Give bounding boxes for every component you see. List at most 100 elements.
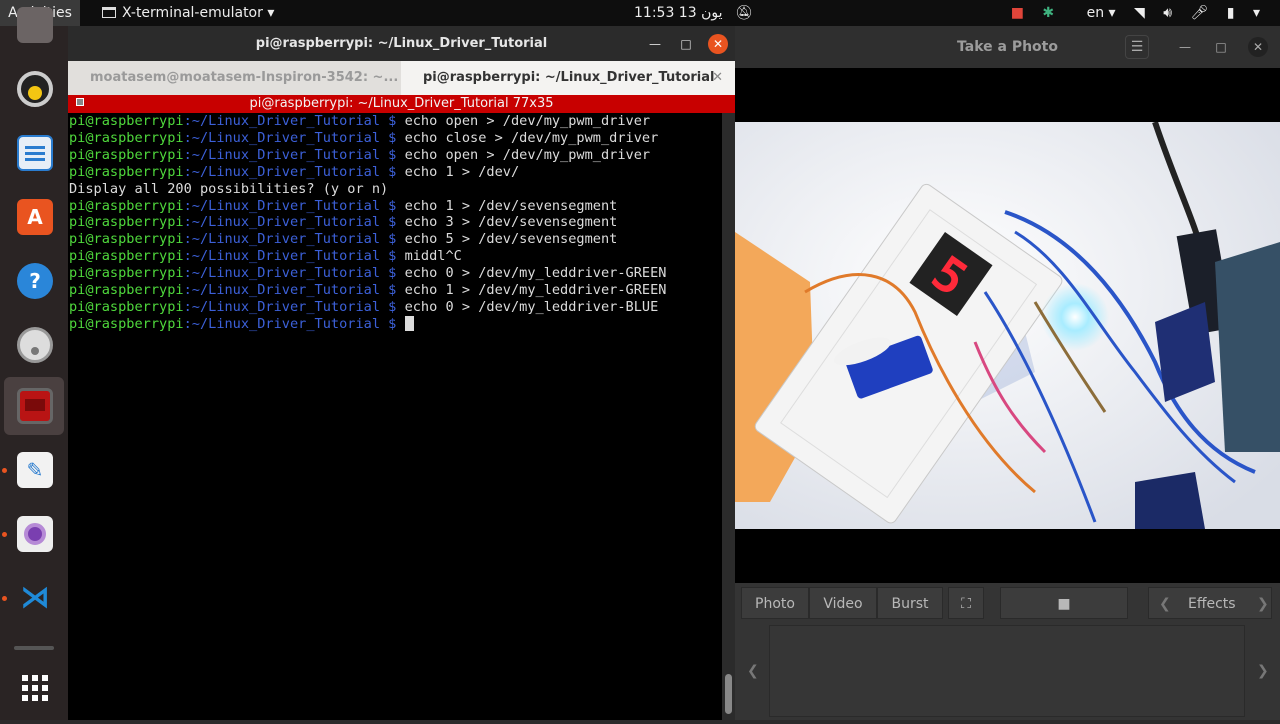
- camera-in-use-icon: ■: [1010, 5, 1024, 21]
- effects-button[interactable]: ❮ Effects ❯: [1148, 587, 1272, 619]
- camera-image: 5: [735, 122, 1280, 529]
- thumbnails-next-icon[interactable]: ❯: [1257, 663, 1269, 679]
- tab-label: moatasem@moatasem-Inspiron-3542: ~...: [90, 70, 399, 85]
- thumbnail-strip[interactable]: [769, 625, 1245, 717]
- system-tray[interactable]: ■ ✱ en ▾ ◥ 🔊︎ 🎤︎ ▮ ▾: [997, 0, 1260, 26]
- prompt-user: pi@raspberrypi: [69, 197, 184, 214]
- line-text: echo 1 > /dev/my_leddriver-GREEN: [404, 282, 667, 299]
- close-button[interactable]: ✕: [1248, 37, 1268, 57]
- terminal-command-line: pi@raspberrypi:~/Linux_Driver_Tutorial $…: [69, 130, 721, 147]
- xterm-icon: [76, 98, 84, 106]
- chevron-down-icon: ▾: [267, 5, 275, 21]
- microphone-icon: 🎤︎: [1190, 5, 1209, 21]
- take-photo-button[interactable]: ■: [1000, 587, 1128, 619]
- line-text: echo 0 > /dev/my_leddriver-GREEN: [404, 265, 667, 282]
- ubuntu-software-icon: A: [17, 199, 53, 235]
- prompt-path: :~/Linux_Driver_Tutorial $: [183, 231, 405, 248]
- minimize-button[interactable]: —: [645, 34, 665, 54]
- terminal-command-line: pi@raspberrypi:~/Linux_Driver_Tutorial $…: [69, 265, 721, 282]
- window-title: pi@raspberrypi: ~/Linux_Driver_Tutorial: [255, 36, 548, 51]
- terminal-scrollbar[interactable]: [722, 113, 735, 720]
- terminal-window: pi@raspberrypi: ~/Linux_Driver_Tutorial …: [68, 26, 735, 720]
- tab-local[interactable]: moatasem@moatasem-Inspiron-3542: ~...: [68, 61, 401, 95]
- app-menu[interactable]: X-terminal-emulator ▾: [102, 0, 274, 26]
- dock-item-show-apps[interactable]: [4, 659, 64, 717]
- app-menu-label: X-terminal-emulator: [122, 5, 263, 21]
- network-share-icon: ✱: [1042, 5, 1055, 21]
- prompt-user: pi@raspberrypi: [69, 146, 184, 163]
- terminal-command-line: pi@raspberrypi:~/Linux_Driver_Tutorial $…: [69, 147, 721, 164]
- dock-item-partial[interactable]: [4, 0, 64, 54]
- maximize-button[interactable]: □: [676, 34, 696, 54]
- running-indicator: [2, 532, 7, 537]
- dock-item-help[interactable]: ?: [4, 252, 64, 310]
- prompt-path: :~/Linux_Driver_Tutorial $: [183, 197, 405, 214]
- chevron-left-icon[interactable]: ❮: [1159, 588, 1171, 620]
- prompt-path: :~/Linux_Driver_Tutorial $: [183, 214, 405, 231]
- rhythmbox-icon: [17, 71, 53, 107]
- line-text: echo 1 > /dev/: [404, 163, 520, 180]
- mode-video-button[interactable]: Video: [809, 587, 877, 619]
- cheese-titlebar[interactable]: Take a Photo ☰ — □ ✕: [735, 26, 1280, 68]
- battery-icon: ▮: [1226, 5, 1235, 21]
- thumbnails-prev-icon[interactable]: ❮: [747, 663, 759, 679]
- vscode-icon: ⋊: [20, 580, 50, 615]
- terminal-command-line: pi@raspberrypi:~/Linux_Driver_Tutorial $…: [69, 282, 721, 299]
- show-apps-icon: [17, 670, 53, 706]
- scrollbar-thumb[interactable]: [725, 674, 732, 714]
- libreoffice-writer-icon: [17, 135, 53, 171]
- maximize-button[interactable]: □: [1211, 37, 1231, 57]
- terminal-tabs: moatasem@moatasem-Inspiron-3542: ~... pi…: [68, 61, 735, 95]
- close-tab-icon[interactable]: ✕: [712, 61, 723, 95]
- dock-item-vscode[interactable]: ⋊: [2, 569, 64, 627]
- menu-button[interactable]: ☰: [1125, 35, 1149, 59]
- cheese-icon: [17, 516, 53, 552]
- terminal-command-line: pi@raspberrypi:~/Linux_Driver_Tutorial $…: [69, 198, 721, 215]
- dock-item-terminal[interactable]: [4, 377, 64, 435]
- prompt-user: pi@raspberrypi: [69, 265, 184, 282]
- terminal-output-line: Display all 200 possibilities? (y or n): [69, 181, 721, 198]
- line-text: Display all 200 possibilities? (y or n): [69, 180, 389, 197]
- chevron-right-icon[interactable]: ❯: [1257, 588, 1269, 620]
- terminal-command-line: pi@raspberrypi:~/Linux_Driver_Tutorial $…: [69, 113, 721, 130]
- prompt-path: :~/Linux_Driver_Tutorial $: [183, 113, 405, 129]
- prompt-user: pi@raspberrypi: [69, 214, 184, 231]
- clock-label: 11:53 يون 13: [634, 5, 723, 21]
- effects-label: Effects: [1188, 596, 1236, 612]
- help-icon: ?: [17, 263, 53, 299]
- prompt-path: :~/Linux_Driver_Tutorial $: [183, 282, 405, 299]
- dock-item-rhythmbox[interactable]: [4, 60, 64, 118]
- terminal-output[interactable]: pi@raspberrypi:~/Linux_Driver_Tutorial $…: [69, 113, 721, 720]
- fullscreen-button[interactable]: ⛶: [948, 587, 984, 619]
- line-text: echo close > /dev/my_pwm_driver: [404, 129, 659, 146]
- language-indicator[interactable]: en ▾: [1073, 0, 1116, 26]
- prompt-path: :~/Linux_Driver_Tutorial $: [183, 248, 405, 265]
- close-button[interactable]: ✕: [708, 34, 728, 54]
- prompt-user: pi@raspberrypi: [69, 231, 184, 248]
- dock-item-text-editor[interactable]: ✎: [2, 441, 64, 499]
- language-label: en: [1086, 5, 1105, 21]
- dock-item-cheese[interactable]: [2, 505, 64, 563]
- terminal-command-line: pi@raspberrypi:~/Linux_Driver_Tutorial $…: [69, 214, 721, 231]
- prompt-path: :~/Linux_Driver_Tutorial $: [183, 298, 405, 315]
- leave-fullscreen-icon: ⛶: [961, 596, 971, 612]
- dock-item-writer[interactable]: [4, 124, 64, 182]
- cheese-controls: Photo Video Burst ⛶ ■ ❮ Effects ❯ ❮ ❯: [735, 583, 1280, 720]
- dock-item-disks[interactable]: [4, 316, 64, 374]
- wifi-icon: ◥: [1134, 5, 1145, 21]
- cheese-window: Take a Photo ☰ — □ ✕ 5 Photo Video Burst…: [735, 26, 1280, 720]
- running-indicator: [2, 596, 7, 601]
- clock[interactable]: 11:53 يون 13 🔕︎: [634, 0, 753, 26]
- mode-photo-button[interactable]: Photo: [741, 587, 809, 619]
- chevron-down-icon: ▾: [1252, 5, 1260, 21]
- dock-item-software[interactable]: A: [4, 188, 64, 246]
- terminal-titlebar[interactable]: pi@raspberrypi: ~/Linux_Driver_Tutorial …: [68, 26, 735, 61]
- text-cursor: [404, 315, 414, 331]
- tab-raspberrypi[interactable]: pi@raspberrypi: ~/Linux_Driver_Tutorial …: [401, 61, 735, 95]
- xterm-titlebar[interactable]: pi@raspberrypi: ~/Linux_Driver_Tutorial …: [68, 95, 735, 113]
- app-icon: [17, 7, 53, 43]
- minimize-button[interactable]: —: [1175, 37, 1195, 57]
- mode-burst-button[interactable]: Burst: [877, 587, 943, 619]
- terminal-icon: [17, 388, 53, 424]
- dock: A ? ✎ ⋊: [0, 7, 68, 720]
